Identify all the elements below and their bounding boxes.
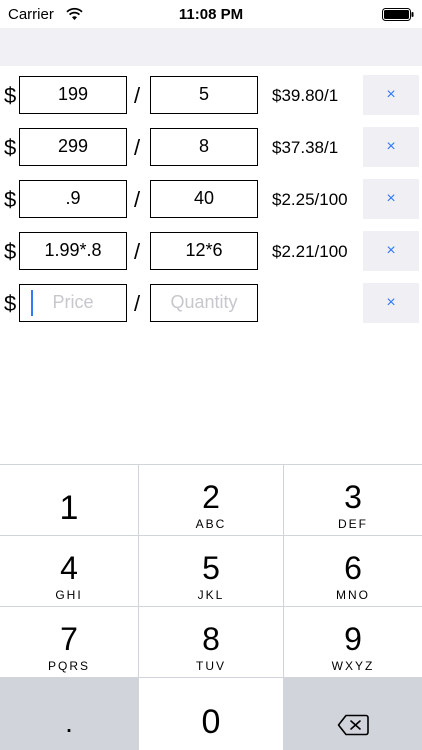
unit-price-label: $37.38/1 [272, 138, 339, 157]
currency-symbol: $ [4, 239, 17, 264]
key-digit: 8 [202, 621, 220, 657]
quantity-field[interactable]: 5 [150, 76, 258, 114]
key-digit: 1 [59, 489, 79, 527]
key-2[interactable]: 2 ABC [139, 465, 283, 535]
key-5[interactable]: 5 JKL [139, 536, 283, 606]
unit-price-label: $39.80/1 [272, 86, 339, 105]
navigation-bar [0, 28, 422, 66]
remove-row-button[interactable]: × [363, 231, 419, 271]
key-letters: TUV [196, 659, 226, 673]
key-digit: 3 [344, 479, 362, 515]
key-letters: GHI [55, 588, 83, 602]
entry-row: $ 1.99*.8 / 12*6 $2.21/100 × [0, 228, 422, 280]
remove-row-button[interactable]: × [363, 283, 419, 323]
per-divider: / [134, 83, 141, 108]
key-letters: WXYZ [331, 659, 375, 673]
remove-row-button[interactable]: × [363, 127, 419, 167]
status-bar: Carrier 11:08 PM [0, 0, 422, 28]
price-field[interactable]: 1.99*.8 [19, 232, 127, 270]
quantity-field[interactable]: 8 [150, 128, 258, 166]
close-icon: × [386, 294, 396, 311]
per-divider: / [134, 135, 141, 160]
currency-symbol: $ [4, 135, 17, 160]
key-letters: DEF [338, 517, 368, 531]
quantity-field[interactable]: 40 [150, 180, 258, 218]
decimal-key[interactable]: . [0, 678, 138, 750]
entry-list: $ 199 / 5 $39.80/1 × $ 299 / 8 $37.38/1 … [0, 72, 422, 332]
entry-row: $ 299 / 8 $37.38/1 × [0, 124, 422, 176]
key-6[interactable]: 6 MNO [284, 536, 422, 606]
key-digit: 0 [201, 703, 221, 741]
key-letters: JKL [197, 588, 225, 602]
price-field[interactable]: 199 [19, 76, 127, 114]
entry-row: $ 199 / 5 $39.80/1 × [0, 72, 422, 124]
unit-price-label: $2.21/100 [272, 242, 348, 261]
key-digit: 4 [60, 550, 78, 586]
key-3[interactable]: 3 DEF [284, 465, 422, 535]
per-divider: / [134, 239, 141, 264]
currency-symbol: $ [4, 83, 17, 108]
price-input[interactable]: Price [19, 284, 127, 322]
remove-row-button[interactable]: × [363, 75, 419, 115]
key-digit: 9 [344, 621, 362, 657]
unit-price-label: $2.25/100 [272, 190, 348, 209]
close-icon: × [386, 138, 396, 155]
close-icon: × [386, 242, 396, 259]
key-digit: 5 [202, 550, 220, 586]
key-0[interactable]: 0 [139, 678, 283, 750]
key-letters: PQRS [47, 659, 90, 673]
close-icon: × [386, 86, 396, 103]
key-letters: MNO [336, 588, 370, 602]
key-1[interactable]: 1 [0, 465, 138, 535]
new-entry-row: $ Price / Quantity × [0, 280, 422, 332]
entry-row: $ .9 / 40 $2.25/100 × [0, 176, 422, 228]
quantity-input[interactable]: Quantity [150, 284, 258, 322]
close-icon: × [386, 190, 396, 207]
currency-symbol: $ [4, 291, 17, 316]
key-digit: 6 [344, 550, 362, 586]
price-field[interactable]: 299 [19, 128, 127, 166]
currency-symbol: $ [4, 187, 17, 212]
quantity-field[interactable]: 12*6 [150, 232, 258, 270]
backspace-key[interactable] [284, 678, 422, 750]
per-divider: / [134, 187, 141, 212]
key-7[interactable]: 7 PQRS [0, 607, 138, 677]
key-digit: 2 [202, 479, 220, 515]
key-4[interactable]: 4 GHI [0, 536, 138, 606]
numeric-keypad: 1 2 ABC 3 DEF 4 GHI 5 JKL 6 MNO 7 PQRS 8… [0, 464, 422, 750]
backspace-icon [337, 714, 369, 736]
status-time: 11:08 PM [178, 6, 244, 23]
remove-row-button[interactable]: × [363, 179, 419, 219]
battery-icon [382, 8, 414, 21]
key-9[interactable]: 9 WXYZ [284, 607, 422, 677]
key-digit: . [65, 707, 73, 738]
key-letters: ABC [195, 517, 227, 531]
key-digit: 7 [60, 621, 78, 657]
key-8[interactable]: 8 TUV [139, 607, 283, 677]
text-cursor [31, 290, 33, 316]
per-divider: / [134, 291, 141, 316]
price-field[interactable]: .9 [19, 180, 127, 218]
